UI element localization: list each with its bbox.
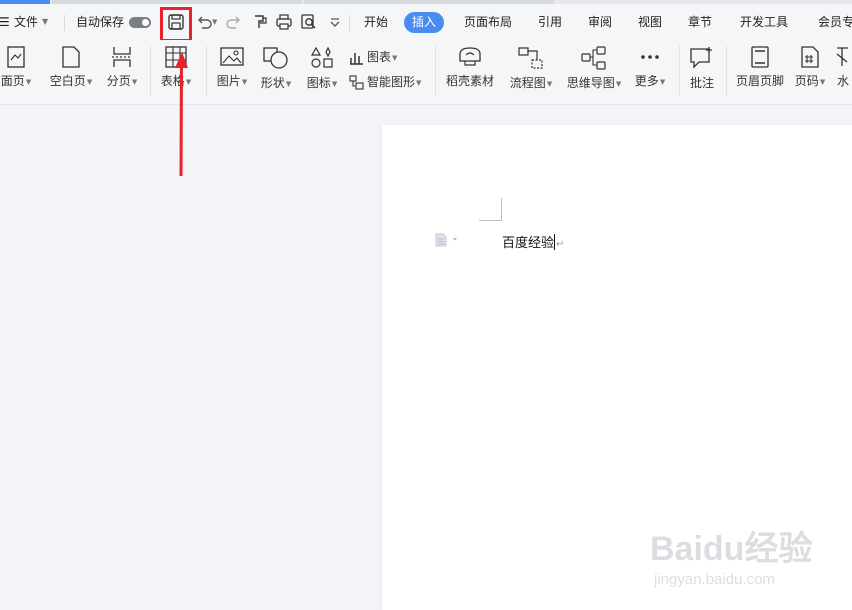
- baidu-watermark: Baidu经验 jingyan.baidu.com: [650, 515, 820, 595]
- watermark-brand: Baidu经验: [650, 530, 813, 568]
- watermark-url: jingyan.baidu.com: [654, 571, 775, 588]
